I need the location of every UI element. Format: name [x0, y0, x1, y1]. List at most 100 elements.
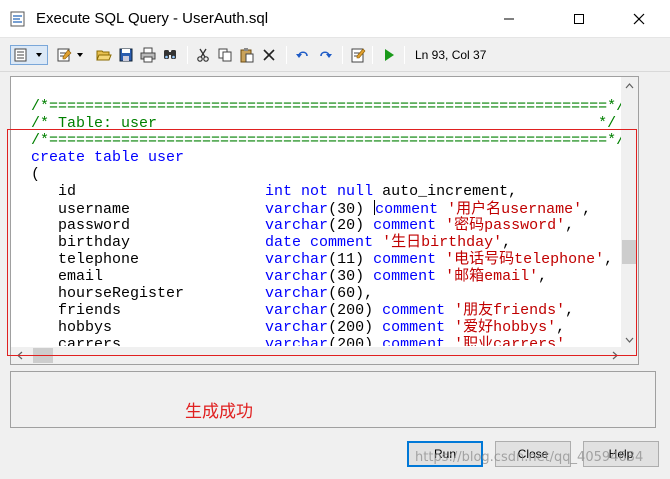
format-dropdown-icon — [14, 48, 42, 62]
code-token: , — [502, 234, 512, 251]
code-token: , — [604, 251, 614, 268]
vertical-scrollbar[interactable] — [621, 77, 638, 348]
code-token: '朋友friends' — [445, 302, 566, 319]
save-button[interactable] — [116, 45, 136, 65]
code-line: /* Table: user */ — [31, 115, 626, 132]
scroll-left-icon[interactable] — [11, 347, 28, 364]
code-token: , — [565, 302, 575, 319]
code-token: varchar — [265, 201, 329, 218]
code-token: comment — [373, 251, 437, 268]
code-token: create table user — [31, 149, 185, 166]
code-token: (200) — [328, 336, 383, 346]
code-token: carrers — [31, 336, 266, 346]
message-panel: 生成成功 — [10, 371, 656, 428]
code-token: varchar — [265, 268, 329, 285]
cut-icon — [197, 48, 209, 62]
code-token: birthday — [31, 234, 266, 251]
minimize-button[interactable] — [486, 0, 532, 38]
code-line: /*======================================… — [31, 98, 626, 115]
run-icon — [385, 49, 394, 61]
window-title: Execute SQL Query - UserAuth.sql — [36, 10, 269, 27]
open-folder-icon — [96, 50, 112, 61]
code-token: (200) — [328, 319, 383, 336]
code-line: username varchar(30) comment '用户名usernam… — [31, 200, 626, 218]
cut-button[interactable] — [193, 45, 213, 65]
code-token: date comment — [265, 234, 374, 251]
toolbar-separator — [404, 46, 405, 64]
print-icon — [140, 47, 156, 63]
code-token: varchar — [265, 319, 329, 336]
code-token: , — [582, 201, 592, 218]
scroll-up-icon[interactable] — [621, 77, 638, 94]
code-token: (11) — [328, 251, 374, 268]
code-token: comment — [382, 336, 446, 346]
code-token: '用户名username' — [438, 201, 583, 218]
code-token: varchar — [265, 217, 329, 234]
code-token: int not null — [265, 183, 374, 200]
maximize-button[interactable] — [556, 0, 602, 38]
code-token: /*======================================… — [31, 98, 626, 115]
horizontal-scrollbar[interactable] — [11, 347, 623, 364]
code-token: hourseRegister — [31, 285, 266, 302]
vertical-scroll-thumb[interactable] — [622, 240, 637, 264]
sql-editor[interactable]: /*======================================… — [10, 76, 639, 365]
code-token: ( — [31, 166, 41, 183]
run-toolbar-button[interactable] — [379, 45, 399, 65]
find-icon — [164, 50, 176, 59]
cursor-position: Ln 93, Col 37 — [415, 48, 487, 62]
code-token: username — [31, 201, 266, 218]
scroll-down-icon[interactable] — [621, 331, 638, 348]
code-token: varchar — [265, 336, 329, 346]
open-button[interactable] — [94, 45, 114, 65]
code-line: id int not null auto_increment, — [31, 183, 626, 200]
horizontal-scroll-thumb[interactable] — [33, 348, 53, 363]
find-button[interactable] — [160, 45, 180, 65]
code-token: /*======================================… — [31, 132, 626, 149]
code-token: '邮箱email' — [436, 268, 539, 285]
code-token: comment — [373, 217, 437, 234]
code-token: '爱好hobbys' — [445, 319, 557, 336]
format-dropdown-button[interactable] — [10, 45, 48, 65]
toolbar-separator — [286, 46, 287, 64]
code-token: '生日birthday' — [373, 234, 503, 251]
redo-button[interactable] — [315, 45, 335, 65]
redo-icon — [320, 51, 332, 58]
code-token: comment — [375, 201, 439, 218]
code-line: /*======================================… — [31, 132, 626, 149]
code-line: create table user — [31, 149, 626, 166]
copy-button[interactable] — [215, 45, 235, 65]
paste-button[interactable] — [237, 45, 257, 65]
code-line: ( — [31, 166, 626, 183]
code-line: friends varchar(200) comment '朋友friends'… — [31, 302, 626, 319]
print-button[interactable] — [138, 45, 158, 65]
toolbar-separator — [342, 46, 343, 64]
watermark: https://blog.csdn.net/qq_40594634 — [415, 450, 644, 465]
delete-icon — [263, 49, 275, 61]
code-token: comment — [382, 319, 446, 336]
title-bar: Execute SQL Query - UserAuth.sql — [0, 0, 670, 38]
code-line: carrers varchar(200) comment '职业carrers' — [31, 336, 626, 346]
sql-app-icon — [10, 11, 26, 27]
code-token: (20) — [328, 217, 374, 234]
copy-icon — [218, 48, 232, 62]
code-token: varchar — [265, 285, 329, 302]
edit-dropdown-button[interactable] — [56, 45, 88, 65]
code-token: friends — [31, 302, 266, 319]
success-message: 生成成功 — [185, 402, 253, 422]
undo-icon — [296, 51, 308, 58]
code-token: (200) — [328, 302, 383, 319]
code-token: comment — [373, 268, 437, 285]
edit-dropdown-icon — [57, 48, 83, 62]
delete-button[interactable] — [259, 45, 279, 65]
code-token: , — [556, 319, 566, 336]
code-token: auto_increment, — [373, 183, 518, 200]
code-token: , — [538, 268, 548, 285]
edit-script-button[interactable] — [348, 45, 368, 65]
code-token: , — [565, 217, 575, 234]
code-token: (30) — [328, 201, 374, 218]
undo-button[interactable] — [293, 45, 313, 65]
close-window-button[interactable] — [616, 0, 662, 38]
code-token: '职业carrers' — [445, 336, 566, 346]
sql-code[interactable]: /*======================================… — [31, 98, 626, 346]
maximize-icon — [574, 14, 584, 24]
